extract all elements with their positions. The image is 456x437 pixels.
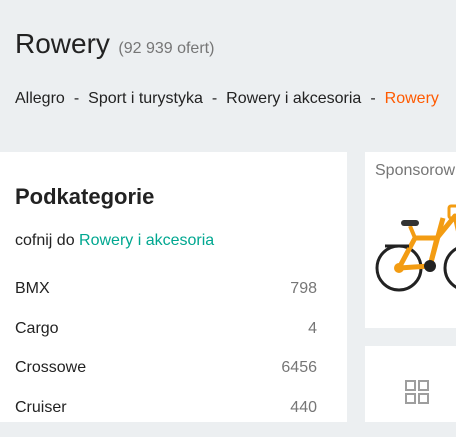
breadcrumb-rowery-i-akcesoria[interactable]: Rowery i akcesoria: [226, 90, 361, 107]
back-link[interactable]: Rowery i akcesoria: [79, 232, 214, 249]
subcategory-name: Cargo: [15, 319, 59, 359]
subcategories-title: Podkategorie: [15, 184, 154, 210]
offer-count: (92 939 ofert): [118, 40, 214, 57]
subcategory-item-crossowe[interactable]: Crossowe 6456: [15, 358, 317, 398]
sponsored-card[interactable]: Sponsorow: [365, 152, 456, 328]
subcategory-count: 440: [290, 398, 317, 437]
subcategory-count: 798: [290, 279, 317, 319]
breadcrumb-separator: -: [370, 90, 375, 107]
subcategory-count: 6456: [281, 358, 317, 398]
sponsored-label: Sponsorow: [375, 162, 455, 180]
breadcrumb: Allegro-Sport i turystyka-Rowery i akces…: [15, 90, 439, 108]
subcategory-count: 4: [308, 319, 317, 359]
title-row: Rowery (92 939 ofert): [15, 28, 214, 60]
breadcrumb-current: Rowery: [385, 90, 439, 107]
breadcrumb-separator: -: [74, 90, 79, 107]
subcategory-name: Crossowe: [15, 358, 86, 398]
breadcrumb-allegro[interactable]: Allegro: [15, 90, 65, 107]
back-prefix: cofnij do: [15, 232, 75, 249]
view-toggle-card: [365, 346, 456, 422]
page-header: Rowery (92 939 ofert) Allegro-Sport i tu…: [0, 0, 456, 140]
subcategory-name: Cruiser: [15, 398, 67, 437]
subcategory-list: BMX 798 Cargo 4 Crossowe 6456 Cruiser 44…: [15, 279, 317, 437]
breadcrumb-sport-i-turystyka[interactable]: Sport i turystyka: [88, 90, 203, 107]
subcategory-item-cargo[interactable]: Cargo 4: [15, 319, 317, 359]
subcategory-item-bmx[interactable]: BMX 798: [15, 279, 317, 319]
back-row: cofnij do Rowery i akcesoria: [15, 232, 214, 250]
subcategory-item-cruiser[interactable]: Cruiser 440: [15, 398, 317, 437]
subcategory-name: BMX: [15, 279, 50, 319]
grid-icon[interactable]: [405, 380, 429, 404]
bike-icon[interactable]: [375, 198, 456, 308]
subcategories-panel: Podkategorie cofnij do Rowery i akcesori…: [0, 152, 347, 422]
breadcrumb-separator: -: [212, 90, 217, 107]
page-title: Rowery: [15, 28, 110, 59]
